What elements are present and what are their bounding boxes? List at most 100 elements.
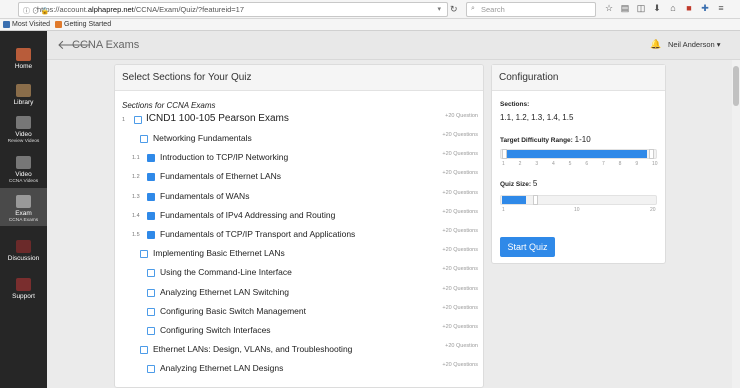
sidebar-item-home[interactable]: Home bbox=[0, 35, 47, 73]
section-row[interactable]: Configuring Basic Switch Management +20 Q… bbox=[115, 304, 483, 323]
section-number: 1.5 bbox=[132, 232, 140, 238]
configuration-panel: Configuration Sections: 1.1, 1.2, 1.3, 1… bbox=[491, 64, 666, 264]
section-checkbox[interactable] bbox=[147, 231, 155, 239]
section-label: Networking Fundamentals bbox=[153, 133, 252, 143]
section-label: Fundamentals of Ethernet LANs bbox=[160, 171, 281, 181]
quiz-size-tick: 20 bbox=[650, 207, 656, 213]
section-label: Implementing Basic Ethernet LANs bbox=[153, 248, 285, 258]
url-dropdown-icon[interactable]: ▾ bbox=[437, 5, 441, 13]
section-checkbox[interactable] bbox=[147, 269, 155, 277]
configuration-panel-title: Configuration bbox=[492, 65, 665, 91]
difficulty-tick: 1 bbox=[502, 161, 505, 167]
quiz-size-slider[interactable] bbox=[500, 195, 657, 205]
difficulty-min-handle[interactable] bbox=[502, 149, 507, 159]
section-label: Fundamentals of IPv4 Addressing and Rout… bbox=[160, 210, 336, 220]
app-header: 🡐 CCNA Exams 🔔 Neil Anderson ▾ bbox=[47, 31, 740, 60]
sections-label: Sections: bbox=[500, 101, 530, 108]
bookmark-star-icon[interactable]: ☆ bbox=[604, 3, 614, 14]
sections-panel-title: Select Sections for Your Quiz bbox=[115, 65, 483, 91]
difficulty-slider-fill bbox=[507, 150, 647, 158]
section-checkbox[interactable] bbox=[147, 193, 155, 201]
section-label: Using the Command-Line Interface bbox=[160, 267, 292, 277]
section-row[interactable]: 1.3 Fundamentals of WANs +20 Questions bbox=[115, 189, 483, 208]
sidebar-item-support[interactable]: Support bbox=[0, 265, 47, 303]
sidebar-item-library[interactable]: Library bbox=[0, 71, 47, 109]
question-count: +20 Questions bbox=[442, 286, 478, 292]
section-checkbox[interactable] bbox=[147, 154, 155, 162]
app-sidebar: Home Library Video Review Videos Video C… bbox=[0, 31, 47, 388]
section-checkbox[interactable] bbox=[147, 365, 155, 373]
section-row[interactable]: Analyzing Ethernet LAN Designs +20 Questi… bbox=[115, 361, 483, 380]
reading-list-icon[interactable]: ▤ bbox=[620, 3, 630, 14]
section-label: Analyzing Ethernet LAN Switching bbox=[160, 287, 289, 297]
question-count: +20 Question bbox=[445, 343, 478, 349]
search-icon: ⌕ bbox=[471, 5, 475, 12]
page-scrollbar[interactable] bbox=[732, 60, 740, 388]
home-icon[interactable]: ⌂ bbox=[668, 3, 678, 14]
quiz-size-slider-fill bbox=[502, 196, 526, 204]
section-checkbox[interactable] bbox=[147, 308, 155, 316]
bookmark-most-visited[interactable]: Most Visited bbox=[3, 21, 50, 28]
search-placeholder: Search bbox=[481, 5, 505, 14]
pocket-icon[interactable]: ◫ bbox=[636, 3, 646, 14]
difficulty-tick: 8 bbox=[618, 161, 622, 167]
sidebar-item-discussion[interactable]: Discussion bbox=[0, 227, 47, 265]
section-checkbox[interactable] bbox=[140, 250, 148, 258]
difficulty-tick: 9 bbox=[635, 161, 639, 167]
section-row[interactable]: Ethernet LANs: Design, VLANs, and Troubl… bbox=[115, 342, 483, 361]
question-count: +20 Questions bbox=[442, 209, 478, 215]
section-number: 1 bbox=[122, 117, 126, 123]
user-menu[interactable]: Neil Anderson ▾ bbox=[668, 40, 721, 49]
section-row[interactable]: 1.5 Fundamentals of TCP/IP Transport and … bbox=[115, 227, 483, 246]
site-info-icon[interactable]: ⓘ ⊙ 🔒 bbox=[23, 6, 50, 16]
browser-search-input[interactable]: ⌕ Search bbox=[466, 2, 596, 17]
difficulty-tick: 2 bbox=[518, 161, 522, 167]
section-row[interactable]: Using the Command-Line Interface +20 Ques… bbox=[115, 265, 483, 284]
sidebar-item-ccna-exams[interactable]: Exam CCNA Exams bbox=[0, 188, 47, 226]
download-icon[interactable]: ⬇ bbox=[652, 3, 662, 14]
section-checkbox[interactable] bbox=[140, 346, 148, 354]
url-bar[interactable]: ⓘ ⊙ 🔒 https://account. alphaprep.net/CCNA… bbox=[18, 2, 448, 17]
section-row[interactable]: Configuring Switch Interfaces +20 Questio… bbox=[115, 323, 483, 342]
quiz-size-handle[interactable] bbox=[533, 195, 538, 205]
section-row[interactable]: Analyzing Ethernet LAN Switching +20 Ques… bbox=[115, 285, 483, 304]
section-row[interactable]: Implementing Basic Ethernet LANs +20 Ques… bbox=[115, 246, 483, 265]
bell-icon[interactable]: 🔔 bbox=[650, 39, 661, 50]
question-count: +20 Questions bbox=[442, 266, 478, 272]
library-icon bbox=[16, 83, 31, 97]
start-quiz-button[interactable]: Start Quiz bbox=[500, 237, 555, 257]
section-checkbox[interactable] bbox=[140, 135, 148, 143]
difficulty-slider[interactable] bbox=[500, 149, 657, 159]
section-checkbox[interactable] bbox=[147, 173, 155, 181]
bookmark-getting-started[interactable]: Getting Started bbox=[55, 21, 111, 28]
extension-icon[interactable]: ■ bbox=[684, 3, 694, 14]
sidebar-item-ccna-videos[interactable]: Video CCNA Videos bbox=[0, 149, 47, 187]
exam-icon bbox=[16, 195, 31, 208]
question-count: +20 Questions bbox=[442, 305, 478, 311]
difficulty-tick: 10 bbox=[652, 161, 658, 167]
section-number: 1.2 bbox=[132, 174, 140, 180]
difficulty-tick: 6 bbox=[585, 161, 589, 167]
question-count: +20 Questions bbox=[442, 190, 478, 196]
url-path: /CCNA/Exam/Quiz/?featureid=17 bbox=[133, 5, 245, 14]
section-checkbox[interactable] bbox=[134, 116, 142, 124]
sidebar-item-review-videos[interactable]: Video Review Videos bbox=[0, 109, 47, 147]
difficulty-label: Target Difficulty Range: 1-10 bbox=[500, 135, 591, 144]
section-checkbox[interactable] bbox=[147, 212, 155, 220]
section-checkbox[interactable] bbox=[147, 327, 155, 335]
menu-icon[interactable]: ≡ bbox=[716, 3, 726, 14]
video-icon bbox=[16, 156, 31, 169]
section-row[interactable]: 1.2 Fundamentals of Ethernet LANs +20 Ques… bbox=[115, 169, 483, 188]
section-row[interactable]: 1.1 Introduction to TCP/IP Networking +20 … bbox=[115, 150, 483, 169]
video-icon bbox=[16, 116, 31, 129]
sections-caption: Sections for CCNA Exams bbox=[122, 101, 216, 110]
difficulty-max-handle[interactable] bbox=[649, 149, 654, 159]
section-row[interactable]: 1.4 Fundamentals of IPv4 Addressing and R… bbox=[115, 208, 483, 227]
section-checkbox[interactable] bbox=[147, 289, 155, 297]
section-row[interactable]: Networking Fundamentals +20 Questions bbox=[115, 131, 483, 150]
url-host: alphaprep.net bbox=[87, 5, 134, 14]
reload-icon[interactable]: ↻ bbox=[450, 4, 458, 15]
extension-icon-2[interactable]: ✚ bbox=[700, 3, 710, 14]
scrollbar-thumb[interactable] bbox=[733, 66, 739, 106]
section-row[interactable]: 1 ICND1 100-105 Pearson Exams +20 Question bbox=[115, 112, 483, 131]
